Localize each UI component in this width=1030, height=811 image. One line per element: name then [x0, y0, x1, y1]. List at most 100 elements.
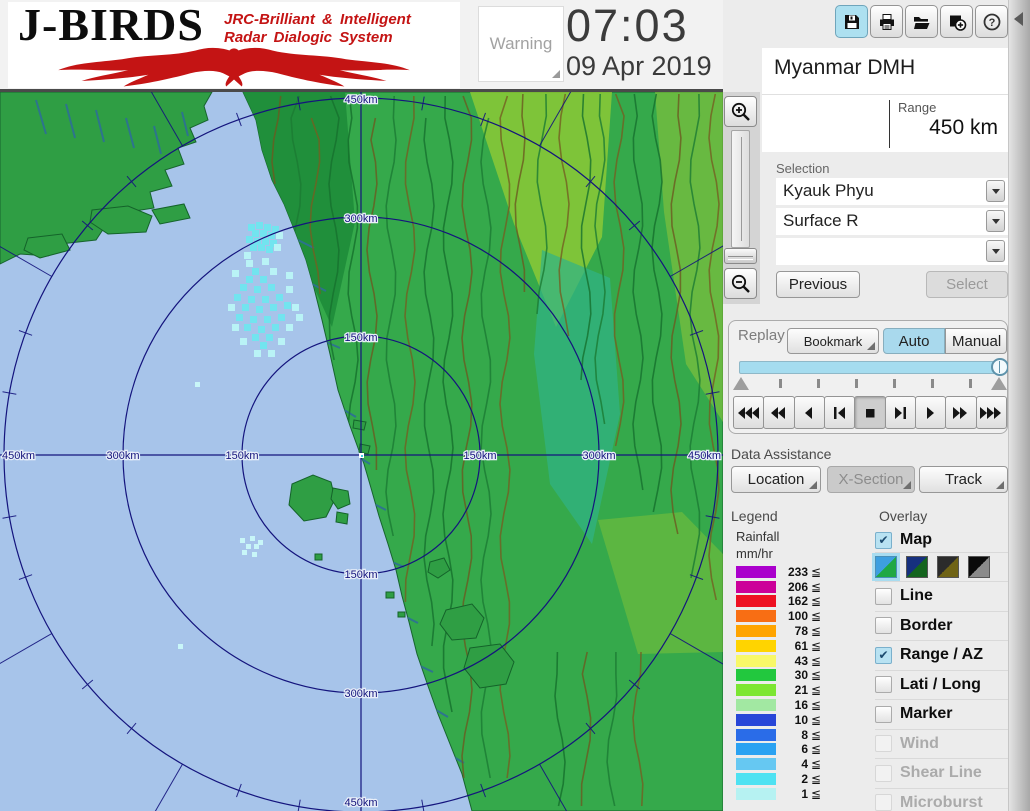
- control-panel: ? Myanmar DMH Range 450 km Selection Kya…: [723, 0, 1008, 811]
- zoom-slider-track[interactable]: [731, 130, 750, 248]
- open-folder-icon: [912, 12, 932, 32]
- auto-button[interactable]: Auto: [883, 328, 945, 354]
- overlay-label: Marker: [900, 705, 952, 723]
- rainfall-color-swatch: [736, 729, 776, 741]
- replay-label: Replay: [738, 327, 785, 344]
- data-assistance-label: Data Assistance: [731, 446, 831, 462]
- clock-time: 07:03: [566, 0, 689, 52]
- range-end-marker[interactable]: [991, 377, 1007, 390]
- legend-comparator: ≦: [811, 772, 821, 786]
- slider-tick: [893, 379, 896, 388]
- playback-step-back-button[interactable]: [824, 396, 855, 429]
- step-forward-icon: [889, 406, 911, 420]
- select-button[interactable]: Select: [926, 271, 1008, 298]
- slider-tick: [969, 379, 972, 388]
- print-icon: [877, 12, 897, 32]
- slider-tick: [779, 379, 782, 388]
- legend-comparator: ≦: [811, 713, 821, 727]
- add-window-button[interactable]: [940, 5, 973, 38]
- chevron-down-icon: [992, 189, 1000, 194]
- legend-row: 4≦: [736, 758, 856, 770]
- dropdown-button[interactable]: [986, 180, 1005, 202]
- legend-header: Legend: [731, 508, 778, 524]
- manual-button[interactable]: Manual: [945, 328, 1007, 354]
- panel-splitter[interactable]: [1008, 0, 1030, 811]
- range-ring-label: 150km: [344, 332, 377, 344]
- rewind-fast-icon: [768, 406, 790, 420]
- dropdown-button[interactable]: [986, 210, 1005, 232]
- rainfall-color-swatch: [736, 655, 776, 667]
- overlay-item-border: Border: [875, 611, 1008, 641]
- station-dropdown[interactable]: Kyauk Phyu: [776, 178, 1008, 205]
- legend-row: 78≦: [736, 625, 856, 637]
- open-folder-button[interactable]: [905, 5, 938, 38]
- radar-map-canvas: 150km150km150km150km300km300km300km300km…: [0, 92, 723, 811]
- checkbox-line[interactable]: [875, 588, 892, 605]
- playback-rewind-fastest-button[interactable]: [733, 396, 764, 429]
- checkbox-marker[interactable]: [875, 706, 892, 723]
- range-ring-label: 450km: [2, 450, 35, 462]
- rainfall-color-swatch: [736, 625, 776, 637]
- checkbox-range-az[interactable]: ✔: [875, 647, 892, 664]
- checkbox-map[interactable]: ✔: [875, 532, 892, 549]
- overlay-label: Line: [900, 587, 933, 605]
- rainfall-color-swatch: [736, 595, 776, 607]
- x-section-button[interactable]: X-Section: [827, 466, 915, 493]
- legend-row: 61≦: [736, 640, 856, 652]
- map-style-row: [875, 552, 1008, 581]
- playback-stop-button[interactable]: [854, 396, 885, 429]
- playback-rewind-fast-button[interactable]: [763, 396, 794, 429]
- rainfall-color-swatch: [736, 788, 776, 800]
- legend-row: 8≦: [736, 729, 856, 741]
- legend-row: 1≦: [736, 788, 856, 800]
- reverse-play-icon: [798, 406, 820, 420]
- legend-row: 206≦: [736, 581, 856, 593]
- checkbox-lati-long[interactable]: [875, 676, 892, 693]
- warning-button[interactable]: Warning: [478, 6, 564, 82]
- rainfall-color-swatch: [736, 684, 776, 696]
- range-start-marker[interactable]: [733, 377, 749, 390]
- map-style-2[interactable]: [906, 556, 928, 578]
- playback-forward-fastest-button[interactable]: [976, 396, 1007, 429]
- overlay-label: Border: [900, 617, 952, 635]
- option-dropdown[interactable]: [776, 238, 1008, 265]
- map-style-1[interactable]: [875, 556, 897, 578]
- zoom-slider-handle[interactable]: [724, 248, 757, 264]
- print-button[interactable]: [870, 5, 903, 38]
- legend-value: 206: [776, 580, 808, 594]
- legend-comparator: ≦: [811, 624, 821, 638]
- radar-map[interactable]: 150km150km150km150km300km300km300km300km…: [0, 92, 723, 811]
- map-style-4[interactable]: [968, 556, 990, 578]
- help-button[interactable]: ?: [975, 5, 1008, 38]
- legend-unit: mm/hr: [736, 546, 856, 563]
- logo-tagline-2: Radar Dialogic System: [224, 29, 411, 47]
- legend-value: 162: [776, 594, 808, 608]
- range-ring-label: 450km: [688, 450, 721, 462]
- product-dropdown[interactable]: Surface R: [776, 208, 1008, 235]
- dropdown-button[interactable]: [986, 240, 1005, 262]
- zoom-in-button[interactable]: [724, 96, 757, 127]
- replay-slider-handle[interactable]: [991, 358, 1009, 376]
- range-ring-label: 150km: [463, 450, 496, 462]
- map-style-3[interactable]: [937, 556, 959, 578]
- rainfall-color-swatch: [736, 714, 776, 726]
- playback-forward-fast-button[interactable]: [945, 396, 976, 429]
- bookmark-button[interactable]: Bookmark: [787, 328, 879, 354]
- zoom-out-button[interactable]: [724, 268, 757, 299]
- playback-reverse-play-button[interactable]: [794, 396, 825, 429]
- overlay-rows: ✔MapLineBorder✔Range / AZLati / LongMark…: [875, 528, 1008, 811]
- playback-step-forward-button[interactable]: [885, 396, 916, 429]
- save-button[interactable]: [835, 5, 868, 38]
- checkbox-border[interactable]: [875, 617, 892, 634]
- playback-play-button[interactable]: [915, 396, 946, 429]
- range-ring-label: 150km: [344, 569, 377, 581]
- legend-value: 4: [776, 757, 808, 771]
- legend-value: 43: [776, 654, 808, 668]
- product-dropdown-value: Surface R: [783, 211, 859, 231]
- legend-comparator: ≦: [811, 757, 821, 771]
- jbirds-app: 150km150km150km150km300km300km300km300km…: [0, 0, 1030, 811]
- track-button[interactable]: Track: [919, 466, 1008, 493]
- location-button[interactable]: Location: [731, 466, 821, 493]
- previous-button[interactable]: Previous: [776, 271, 860, 298]
- replay-slider-track[interactable]: [739, 361, 1001, 374]
